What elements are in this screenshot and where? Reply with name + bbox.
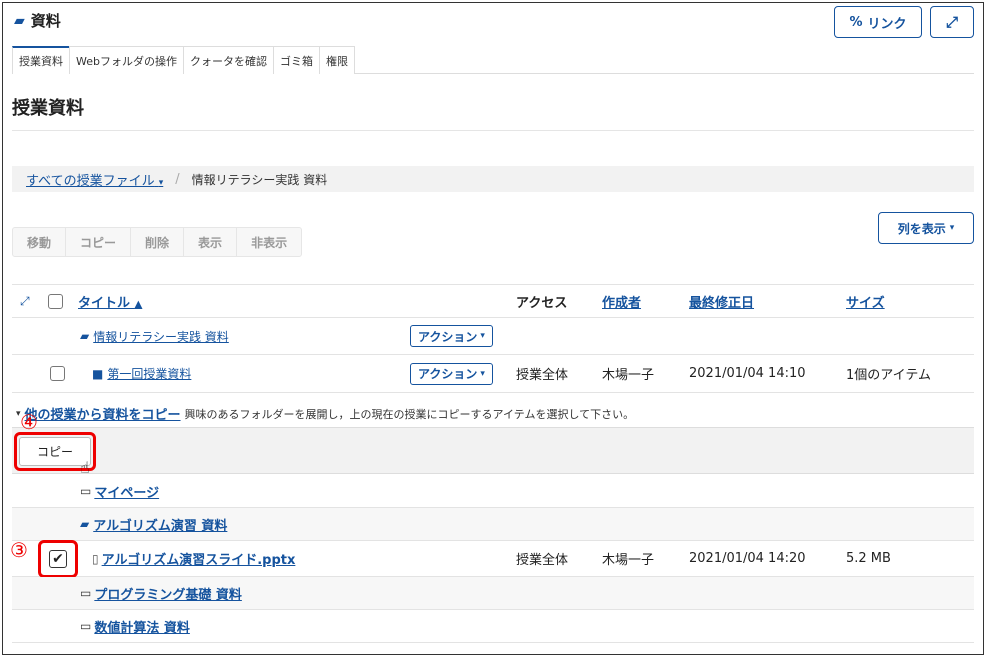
caret-down-icon: ▾ — [949, 223, 955, 233]
action-button-group: 移動 コピー 削除 表示 非表示 — [12, 227, 303, 257]
show-columns-label: 列を表示 — [897, 221, 946, 236]
file-link[interactable]: アルゴリズム演習スライド.pptx — [102, 549, 296, 568]
modified-column-header[interactable]: 最終修正日 — [689, 292, 754, 311]
author-cell: 木場一子 — [602, 553, 655, 568]
folder-link[interactable]: 情報リテラシー実践 資料 — [93, 328, 229, 345]
breadcrumb-current: 情報リテラシー実践 資料 — [191, 172, 328, 187]
folder-link[interactable]: アルゴリズム演習 資料 — [93, 515, 227, 534]
table-header: ⤢ タイトル ▲ アクセス 作成者 最終修正日 サイズ — [12, 284, 974, 318]
tool-title: 資料 — [30, 12, 61, 30]
action-button[interactable]: アクション ▾ — [410, 362, 493, 385]
copy-toolbar — [12, 427, 974, 474]
tab-quota[interactable]: クォータを確認 — [182, 46, 274, 74]
move-button[interactable]: 移動 — [13, 228, 67, 256]
list-item: ▰ アルゴリズム演習 資料 — [12, 508, 974, 541]
folder-link[interactable]: 第一回授業資料 — [107, 365, 191, 382]
row-checkbox[interactable] — [50, 366, 65, 381]
copy-from-other-course: ▾ 他の授業から資料をコピー 興味のあるフォルダーを展開し，上の現在の授業にコピ… — [16, 404, 635, 424]
step-number: ④ — [20, 410, 38, 434]
expand-button[interactable]: ⤢ — [930, 6, 974, 38]
tab-course-materials[interactable]: 授業資料 — [12, 46, 70, 74]
link-button[interactable]: % リンク — [834, 6, 922, 38]
folder-link[interactable]: マイページ — [94, 482, 159, 501]
folder-link[interactable]: 数値計算法 資料 — [94, 617, 190, 636]
breadcrumb-root-label: すべての授業ファイル — [26, 173, 155, 189]
size-cell: 5.2 MB — [846, 551, 891, 566]
tab-web-folder[interactable]: Webフォルダの操作 — [69, 46, 184, 74]
breadcrumb: すべての授業ファイル ▾ / 情報リテラシー実践 資料 — [12, 166, 974, 192]
action-button-label: アクション — [418, 329, 478, 344]
access-cell: 授業全体 — [516, 368, 569, 383]
copy-action-button[interactable]: コピー — [66, 228, 132, 256]
tab-trash[interactable]: ゴミ箱 — [272, 46, 320, 74]
folder-icon: ■ — [92, 366, 104, 381]
author-column-header[interactable]: 作成者 — [602, 292, 641, 311]
title-header-label: タイトル — [78, 295, 131, 311]
show-button[interactable]: 表示 — [184, 228, 238, 256]
step-number: ③ — [10, 538, 28, 562]
list-item: ▭ 数値計算法 資料 — [12, 610, 974, 643]
expand-icon: ⤢ — [945, 13, 958, 31]
size-column-header[interactable]: サイズ — [846, 292, 885, 311]
caret-down-icon: ▾ — [480, 331, 485, 341]
list-item: ▭ マイページ — [12, 475, 974, 508]
access-cell: 授業全体 — [516, 553, 569, 568]
item-checkbox-checked[interactable]: ✔ — [49, 550, 67, 568]
folder-outline-icon: ▭ — [80, 619, 92, 633]
copy-from-other-course-link[interactable]: 他の授業から資料をコピー — [25, 404, 181, 423]
breadcrumb-separator: / — [175, 171, 180, 187]
link-button-label: リンク — [867, 16, 907, 32]
copy-instructions: 興味のあるフォルダーを展開し，上の現在の授業にコピーするアイテムを選択して下さい… — [184, 407, 635, 421]
modified-cell: 2021/01/04 14:10 — [689, 366, 806, 381]
author-cell: 木場一子 — [602, 368, 655, 383]
select-all-checkbox[interactable] — [48, 293, 63, 309]
title-column-header[interactable]: タイトル ▲ — [78, 292, 142, 311]
caret-down-icon: ▾ — [158, 177, 164, 188]
sort-up-icon: ▲ — [134, 298, 143, 310]
action-button-label: アクション — [418, 367, 478, 381]
table-row: ■ 第一回授業資料 アクション ▾ 授業全体 木場一子 2021/01/04 14… — [12, 355, 974, 393]
folder-open-icon: ▰ — [80, 517, 90, 531]
expand-all-icon[interactable]: ⤢ — [20, 285, 30, 317]
delete-button[interactable]: 削除 — [131, 228, 185, 256]
checkmark-icon: ✔ — [52, 551, 64, 567]
folder-open-icon: ▰ — [14, 12, 25, 29]
list-item: ▯ アルゴリズム演習スライド.pptx 授業全体 木場一子 2021/01/04… — [12, 541, 974, 577]
table-row: ▰ 情報リテラシー実践 資料 アクション ▾ — [12, 318, 974, 355]
highlight-box: ✔ — [38, 540, 78, 578]
breadcrumb-root[interactable]: すべての授業ファイル ▾ — [26, 170, 163, 189]
page-title: 授業資料 — [12, 98, 84, 119]
folder-link[interactable]: プログラミング基礎 資料 — [94, 584, 242, 603]
tab-bar: 授業資料 Webフォルダの操作 クォータを確認 ゴミ箱 権限 — [12, 46, 974, 74]
divider — [12, 130, 974, 131]
file-icon: ▯ — [92, 551, 99, 566]
folder-open-icon: ▰ — [80, 329, 90, 343]
access-column-header: アクセス — [516, 295, 568, 311]
top-buttons: % リンク ⤢ — [834, 6, 974, 38]
folder-outline-icon: ▭ — [80, 484, 92, 498]
size-cell: 1個のアイテム — [846, 368, 931, 383]
folder-outline-icon: ▭ — [80, 586, 92, 600]
tool-header: ▰ 資料 — [14, 10, 61, 31]
caret-down-icon: ▾ — [480, 368, 485, 379]
modified-cell: 2021/01/04 14:20 — [689, 551, 806, 566]
action-button[interactable]: アクション ▾ — [410, 325, 493, 347]
link-icon: % — [849, 14, 863, 30]
show-columns-button[interactable]: 列を表示 ▾ — [878, 212, 974, 244]
hide-button[interactable]: 非表示 — [237, 228, 301, 256]
list-item: ▭ プログラミング基礎 資料 — [12, 577, 974, 610]
tab-permissions[interactable]: 権限 — [318, 46, 355, 74]
